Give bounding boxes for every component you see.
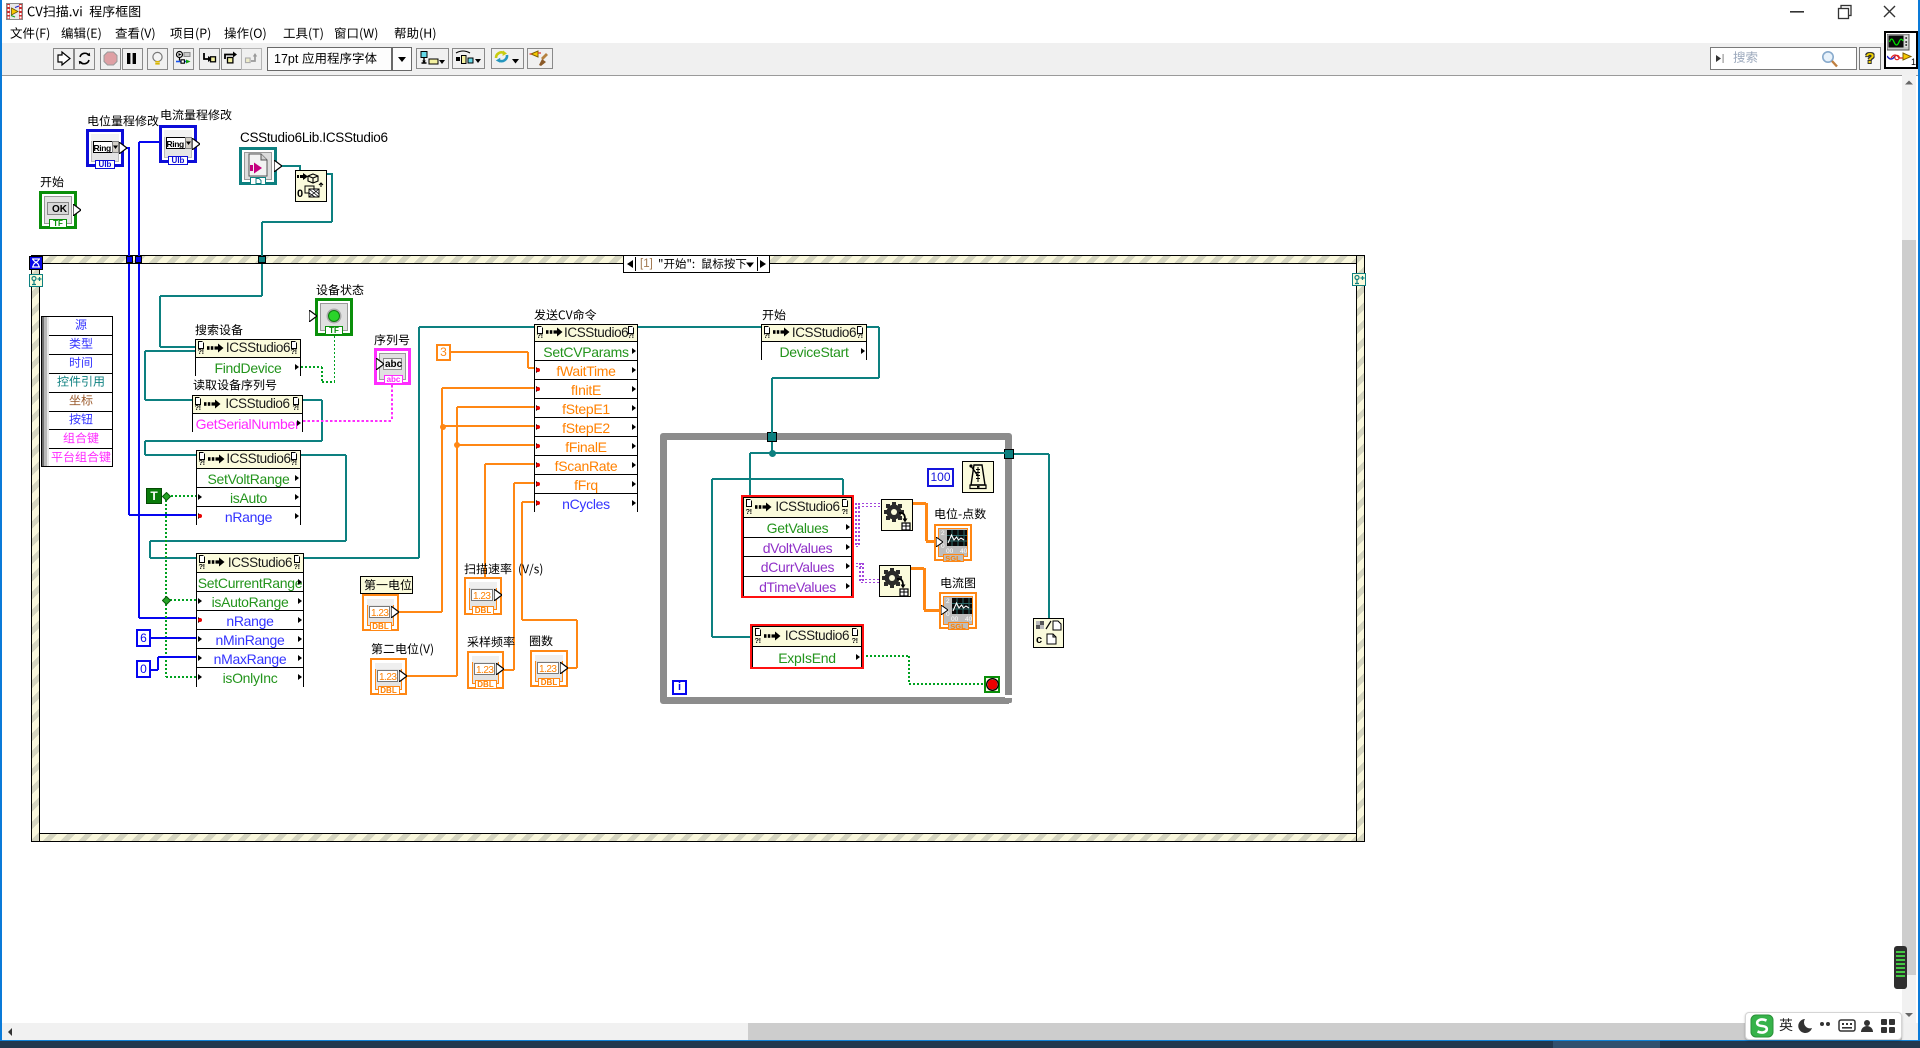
- svg-text:0: 0: [297, 188, 303, 200]
- svg-text:2: 2: [946, 598, 950, 605]
- svg-text:c: c: [1036, 634, 1042, 646]
- svg-text:2: 2: [941, 530, 945, 537]
- svg-text:1: 1: [1911, 57, 1916, 66]
